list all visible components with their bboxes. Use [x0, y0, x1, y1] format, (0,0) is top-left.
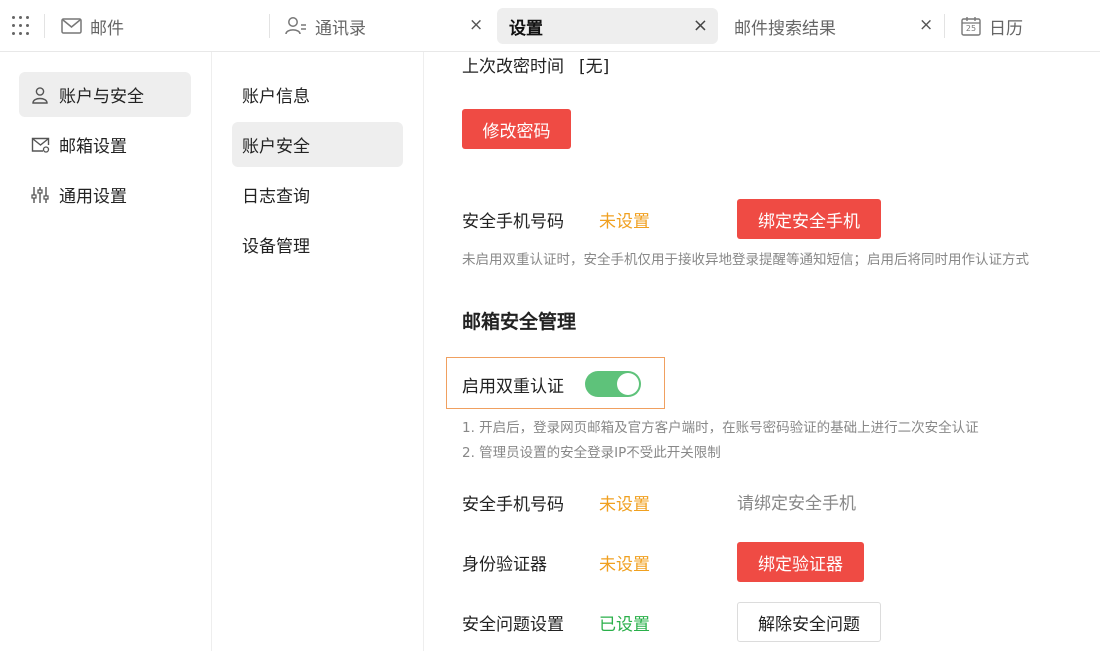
phone-status: 未设置 — [599, 212, 650, 232]
two-factor-note-2: 2. 管理员设置的安全登录IP不受此开关限制 — [462, 445, 721, 461]
section-title: 邮箱安全管理 — [462, 311, 577, 333]
tab-bar: 邮件 通讯录 × 设置 × 邮件搜索结果 × 25 日历 — [0, 0, 1100, 52]
tab-contacts[interactable]: 通讯录 — [285, 8, 366, 44]
calendar-icon: 25 — [961, 16, 981, 36]
contacts-icon — [285, 16, 307, 36]
tab-search-results[interactable]: 邮件搜索结果 — [734, 8, 836, 44]
sub-nav-item-account-security[interactable]: 账户安全 — [232, 122, 403, 167]
bind-phone-button[interactable]: 绑定安全手机 — [737, 199, 881, 239]
tab-calendar-label: 日历 — [989, 18, 1023, 39]
two-factor-note-1: 1. 开启后，登录网页邮箱及官方客户端时，在账号密码验证的基础上进行二次安全认证 — [462, 420, 979, 436]
apps-grid-icon[interactable] — [12, 16, 32, 36]
calendar-icon-day: 25 — [965, 24, 977, 33]
tab-mail-label: 邮件 — [90, 18, 124, 39]
left-nav-item-label: 账户与安全 — [59, 87, 144, 107]
security-question-label: 安全问题设置 — [462, 615, 564, 635]
divider — [944, 14, 945, 38]
user-icon — [30, 85, 50, 105]
last-password-change-value: [无] — [579, 57, 610, 77]
phone-label: 安全手机号码 — [462, 212, 564, 232]
left-nav-item-mailbox-settings[interactable]: 邮箱设置 — [19, 122, 191, 167]
sub-nav-item-account-info[interactable]: 账户信息 — [232, 72, 403, 117]
tab-search-results-close-icon[interactable]: × — [919, 17, 933, 34]
divider — [44, 14, 45, 38]
left-nav-item-label: 通用设置 — [59, 187, 127, 207]
phone2-status: 未设置 — [599, 495, 650, 515]
tab-calendar[interactable]: 25 日历 — [961, 8, 1023, 44]
toggle-knob — [617, 373, 639, 395]
tab-settings-close-icon[interactable]: × — [693, 17, 708, 35]
security-question-status: 已设置 — [599, 615, 650, 635]
phone-note: 未启用双重认证时，安全手机仅用于接收异地登录提醒等通知短信；启用后将同时用作认证… — [462, 252, 1029, 268]
last-password-change-label: 上次改密时间 — [462, 57, 564, 77]
phone2-hint: 请绑定安全手机 — [737, 494, 856, 514]
tab-contacts-close-icon[interactable]: × — [469, 17, 483, 34]
authenticator-status: 未设置 — [599, 555, 650, 575]
tab-mail[interactable]: 邮件 — [61, 8, 124, 44]
tab-contacts-label: 通讯录 — [315, 18, 366, 39]
two-factor-row: 启用双重认证 — [446, 357, 665, 409]
mail-icon — [61, 18, 82, 34]
tab-settings-label: 设置 — [509, 18, 543, 39]
left-nav-item-general-settings[interactable]: 通用设置 — [19, 172, 191, 217]
bind-authenticator-button[interactable]: 绑定验证器 — [737, 542, 864, 582]
left-nav: 账户与安全 邮箱设置 通用设置 — [0, 52, 212, 651]
main-content: 上次改密时间 [无] 修改密码 安全手机号码 未设置 绑定安全手机 未启用双重认… — [425, 52, 1100, 651]
mail-settings-icon — [30, 135, 50, 155]
change-password-button[interactable]: 修改密码 — [462, 109, 571, 149]
sub-nav-item-log-query[interactable]: 日志查询 — [232, 172, 403, 217]
left-nav-item-account-security[interactable]: 账户与安全 — [19, 72, 191, 117]
phone2-label: 安全手机号码 — [462, 495, 564, 515]
authenticator-label: 身份验证器 — [462, 555, 547, 575]
tab-search-results-label: 邮件搜索结果 — [734, 18, 836, 39]
sliders-icon — [30, 185, 50, 205]
sub-nav: 账户信息 账户安全 日志查询 设备管理 — [212, 52, 424, 651]
tab-settings[interactable]: 设置 × — [497, 8, 718, 44]
sub-nav-item-device-management[interactable]: 设备管理 — [232, 222, 403, 267]
divider — [269, 14, 270, 38]
two-factor-toggle[interactable] — [585, 371, 641, 397]
two-factor-label: 启用双重认证 — [462, 377, 564, 397]
left-nav-item-label: 邮箱设置 — [59, 137, 127, 157]
remove-security-question-button[interactable]: 解除安全问题 — [737, 602, 881, 642]
